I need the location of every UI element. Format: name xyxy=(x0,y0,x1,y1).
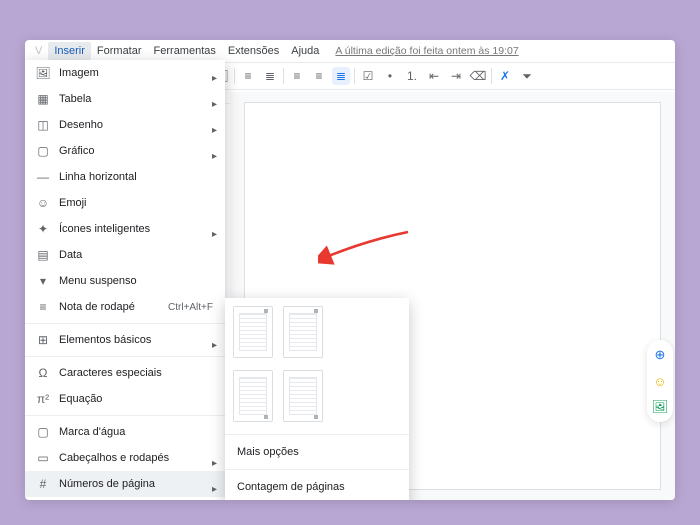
imagem-icon: 🖼 xyxy=(35,65,51,81)
image-fab[interactable]: 🖼 xyxy=(650,397,670,417)
more-options[interactable]: Mais opções xyxy=(233,439,401,465)
menu-item--cones-inteligentes[interactable]: ✦ Ícones inteligentes xyxy=(25,216,225,242)
menu-suspenso-icon: ▾ xyxy=(35,273,51,289)
menu-item-caracteres-especiais[interactable]: Ω Caracteres especiais xyxy=(25,360,225,386)
emoji-icon: ☺ xyxy=(35,195,51,211)
side-tools: ⊕ ☺ 🖼 xyxy=(647,340,673,422)
menu-label: Elementos básicos xyxy=(59,334,205,346)
menu-label: Emoji xyxy=(59,197,213,209)
list-bullet[interactable]: • xyxy=(381,67,399,85)
page-number-submenu: Mais opções Contagem de páginas xyxy=(225,298,409,500)
-cones-inteligentes-icon: ✦ xyxy=(35,221,51,237)
menu-item-quebra[interactable]: ↲Quebra xyxy=(25,497,225,500)
marca-d-gua-icon: ▢ xyxy=(35,424,51,440)
menu-extensoes[interactable]: Extensões xyxy=(222,42,285,60)
line-spacing-button[interactable]: ≣ xyxy=(261,67,279,85)
clear-format[interactable]: ⌫ xyxy=(469,67,487,85)
add-comment-fab[interactable]: ⊕ xyxy=(650,345,670,365)
gr-fico-icon: ▢ xyxy=(35,143,51,159)
menu-label: Ícones inteligentes xyxy=(59,223,205,235)
menu-label: Tabela xyxy=(59,93,205,105)
menu-ferramentas[interactable]: Ferramentas xyxy=(148,42,222,60)
indent-dec[interactable]: ⇤ xyxy=(425,67,443,85)
menu-item-emoji[interactable]: ☺ Emoji xyxy=(25,190,225,216)
pn-bottom-right-skip[interactable] xyxy=(283,370,323,422)
align-l[interactable]: ≡ xyxy=(288,67,306,85)
menu-item-gr-fico[interactable]: ▢ Gráfico xyxy=(25,138,225,164)
voice-type[interactable]: ⏷ xyxy=(518,67,536,85)
cabe-alhos-e-rodap-s-icon: ▭ xyxy=(35,450,51,466)
equa-o-icon: π² xyxy=(35,391,51,407)
pn-top-right[interactable] xyxy=(233,306,273,358)
menu-label: Menu suspenso xyxy=(59,275,213,287)
menu-label: Nota de rodapé xyxy=(59,301,160,313)
tabela-icon: ▦ xyxy=(35,91,51,107)
menu-label: Equação xyxy=(59,393,213,405)
align-c[interactable]: ≡ xyxy=(310,67,328,85)
menu-label: Gráfico xyxy=(59,145,205,157)
menu-item-nota-de-rodap-[interactable]: ≡ Nota de rodapé Ctrl+Alt+F xyxy=(25,294,225,320)
menu-item-menu-suspenso[interactable]: ▾ Menu suspenso xyxy=(25,268,225,294)
caracteres-especiais-icon: Ω xyxy=(35,365,51,381)
menu-label: Imagem xyxy=(59,67,205,79)
linha-horizontal-icon: — xyxy=(35,169,51,185)
last-edit-info[interactable]: A última edição foi feita ontem às 19:07 xyxy=(329,42,524,60)
menu-item-marca-d-gua[interactable]: ▢ Marca d'água xyxy=(25,419,225,445)
menu-formatar[interactable]: Formatar xyxy=(91,42,148,60)
align-j[interactable]: ≣ xyxy=(332,67,350,85)
data-icon: ▤ xyxy=(35,247,51,263)
emoji-fab[interactable]: ☺ xyxy=(650,371,670,391)
menu-hidden[interactable]: V xyxy=(29,42,48,60)
menu-ajuda[interactable]: Ajuda xyxy=(285,42,325,60)
menu-inserir[interactable]: Inserir xyxy=(48,42,91,60)
align-left-button[interactable]: ≡ xyxy=(239,67,257,85)
menu-label: Números de página xyxy=(59,478,205,490)
list-number[interactable]: 1. xyxy=(403,67,421,85)
menu-item-desenho[interactable]: ◫ Desenho xyxy=(25,112,225,138)
elementos-b-sicos-icon: ⊞ xyxy=(35,332,51,348)
menu-label: Caracteres especiais xyxy=(59,367,213,379)
page-count[interactable]: Contagem de páginas xyxy=(233,474,401,500)
n-meros-de-p-gina-icon: # xyxy=(35,476,51,492)
pn-bottom-right[interactable] xyxy=(233,370,273,422)
menu-item-elementos-b-sicos[interactable]: ⊞ Elementos básicos xyxy=(25,327,225,353)
menu-item-linha-horizontal[interactable]: — Linha horizontal xyxy=(25,164,225,190)
menu-item-equa-o[interactable]: π² Equação xyxy=(25,386,225,412)
indent-inc[interactable]: ⇥ xyxy=(447,67,465,85)
menu-label: Linha horizontal xyxy=(59,171,213,183)
menu-item-data[interactable]: ▤ Data xyxy=(25,242,225,268)
menu-item-imagem[interactable]: 🖼 Imagem xyxy=(25,60,225,86)
menu-label: Cabeçalhos e rodapés xyxy=(59,452,205,464)
menu-item-n-meros-de-p-gina[interactable]: # Números de página xyxy=(25,471,225,497)
menu-item-cabe-alhos-e-rodap-s[interactable]: ▭ Cabeçalhos e rodapés xyxy=(25,445,225,471)
input-tools[interactable]: ✗ xyxy=(496,67,514,85)
menu-label: Data xyxy=(59,249,213,261)
shortcut: Ctrl+Alt+F xyxy=(168,302,213,313)
menu-label: Desenho xyxy=(59,119,205,131)
pn-top-right-skip[interactable] xyxy=(283,306,323,358)
desenho-icon: ◫ xyxy=(35,117,51,133)
menu-item-tabela[interactable]: ▦ Tabela xyxy=(25,86,225,112)
list-check[interactable]: ☑ xyxy=(359,67,377,85)
nota-de-rodap--icon: ≡ xyxy=(35,299,51,315)
app-window: V Inserir Formatar Ferramentas Extensões… xyxy=(25,40,675,500)
insert-menu: 🖼 Imagem ▦ Tabela ◫ Desenho ▢ Gráfico — Linha hor… xyxy=(25,60,225,500)
menu-label: Marca d'água xyxy=(59,426,213,438)
